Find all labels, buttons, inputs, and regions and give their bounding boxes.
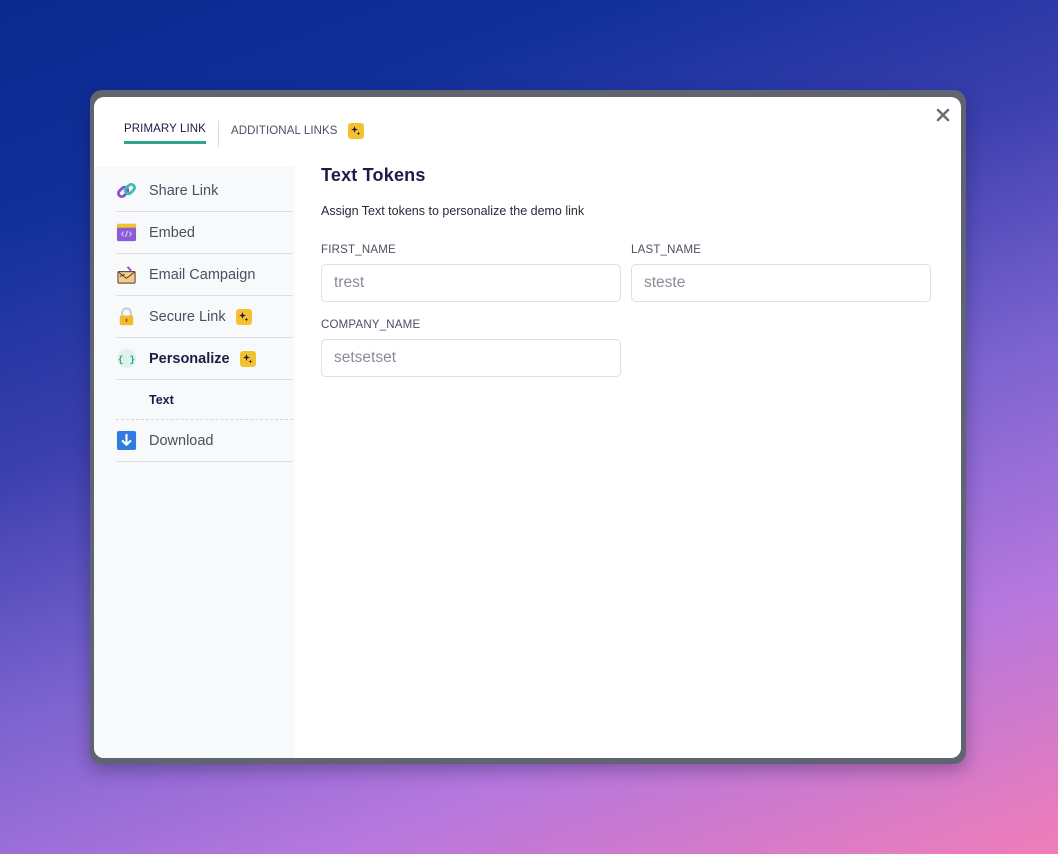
sidebar-item-label: Secure Link [149, 308, 226, 325]
token-fields: FIRST_NAME LAST_NAME COMPANY_NAME [321, 244, 931, 394]
link-icon [116, 180, 137, 201]
first-name-input[interactable] [321, 264, 621, 302]
sidebar-subitem-label: Text [149, 392, 174, 407]
tab-label: PRIMARY LINK [124, 123, 206, 135]
sidebar-item-label: Email Campaign [149, 266, 256, 283]
company-name-input[interactable] [321, 339, 621, 377]
sparkle-icon [239, 350, 256, 367]
first-name-field: FIRST_NAME [321, 244, 621, 302]
sidebar-item-secure-link[interactable]: Secure Link [116, 296, 293, 338]
sidebar-item-personalize[interactable]: { } Personalize [116, 338, 293, 380]
close-icon[interactable] [935, 107, 951, 123]
last-name-input[interactable] [631, 264, 931, 302]
field-label: LAST_NAME [631, 244, 702, 256]
lock-icon [116, 306, 137, 327]
sidebar-item-email-campaign[interactable]: Email Campaign [116, 254, 293, 296]
tab-primary-link[interactable]: PRIMARY LINK [124, 123, 206, 144]
sidebar: Share Link Embed Email Campaign Secure L… [94, 167, 295, 758]
company-name-field: COMPANY_NAME [321, 319, 621, 377]
link-tabs: PRIMARY LINK ADDITIONAL LINKS [124, 121, 364, 149]
page-title: Text Tokens [321, 165, 426, 185]
sidebar-subitem-text[interactable]: Text [116, 380, 293, 420]
embed-icon [116, 222, 137, 243]
sidebar-nav: Share Link Embed Email Campaign Secure L… [116, 170, 293, 462]
sidebar-item-share-link[interactable]: Share Link [116, 170, 293, 212]
field-label: COMPANY_NAME [321, 319, 421, 331]
sidebar-item-label: Personalize [149, 350, 230, 367]
email-icon [116, 264, 137, 285]
sparkle-icon [235, 308, 252, 325]
field-label: FIRST_NAME [321, 244, 396, 256]
sparkle-icon [347, 123, 364, 139]
text-tokens-panel: Text Tokens Assign Text tokens to person… [321, 165, 931, 394]
sidebar-item-download[interactable]: Download [116, 420, 293, 462]
sidebar-item-label: Embed [149, 224, 195, 241]
tab-additional-links[interactable]: ADDITIONAL LINKS [231, 123, 364, 147]
svg-text:{ }: { } [118, 354, 135, 365]
tab-divider [217, 121, 219, 147]
share-modal: PRIMARY LINK ADDITIONAL LINKS Share Link [94, 97, 961, 758]
sidebar-item-label: Download [149, 432, 214, 449]
braces-icon: { } [116, 348, 137, 369]
sidebar-item-embed[interactable]: Embed [116, 212, 293, 254]
tab-label: ADDITIONAL LINKS [230, 125, 338, 137]
last-name-field: LAST_NAME [631, 244, 931, 302]
download-icon [116, 430, 137, 451]
sidebar-item-label: Share Link [149, 182, 219, 199]
page-description: Assign Text tokens to personalize the de… [321, 204, 585, 218]
